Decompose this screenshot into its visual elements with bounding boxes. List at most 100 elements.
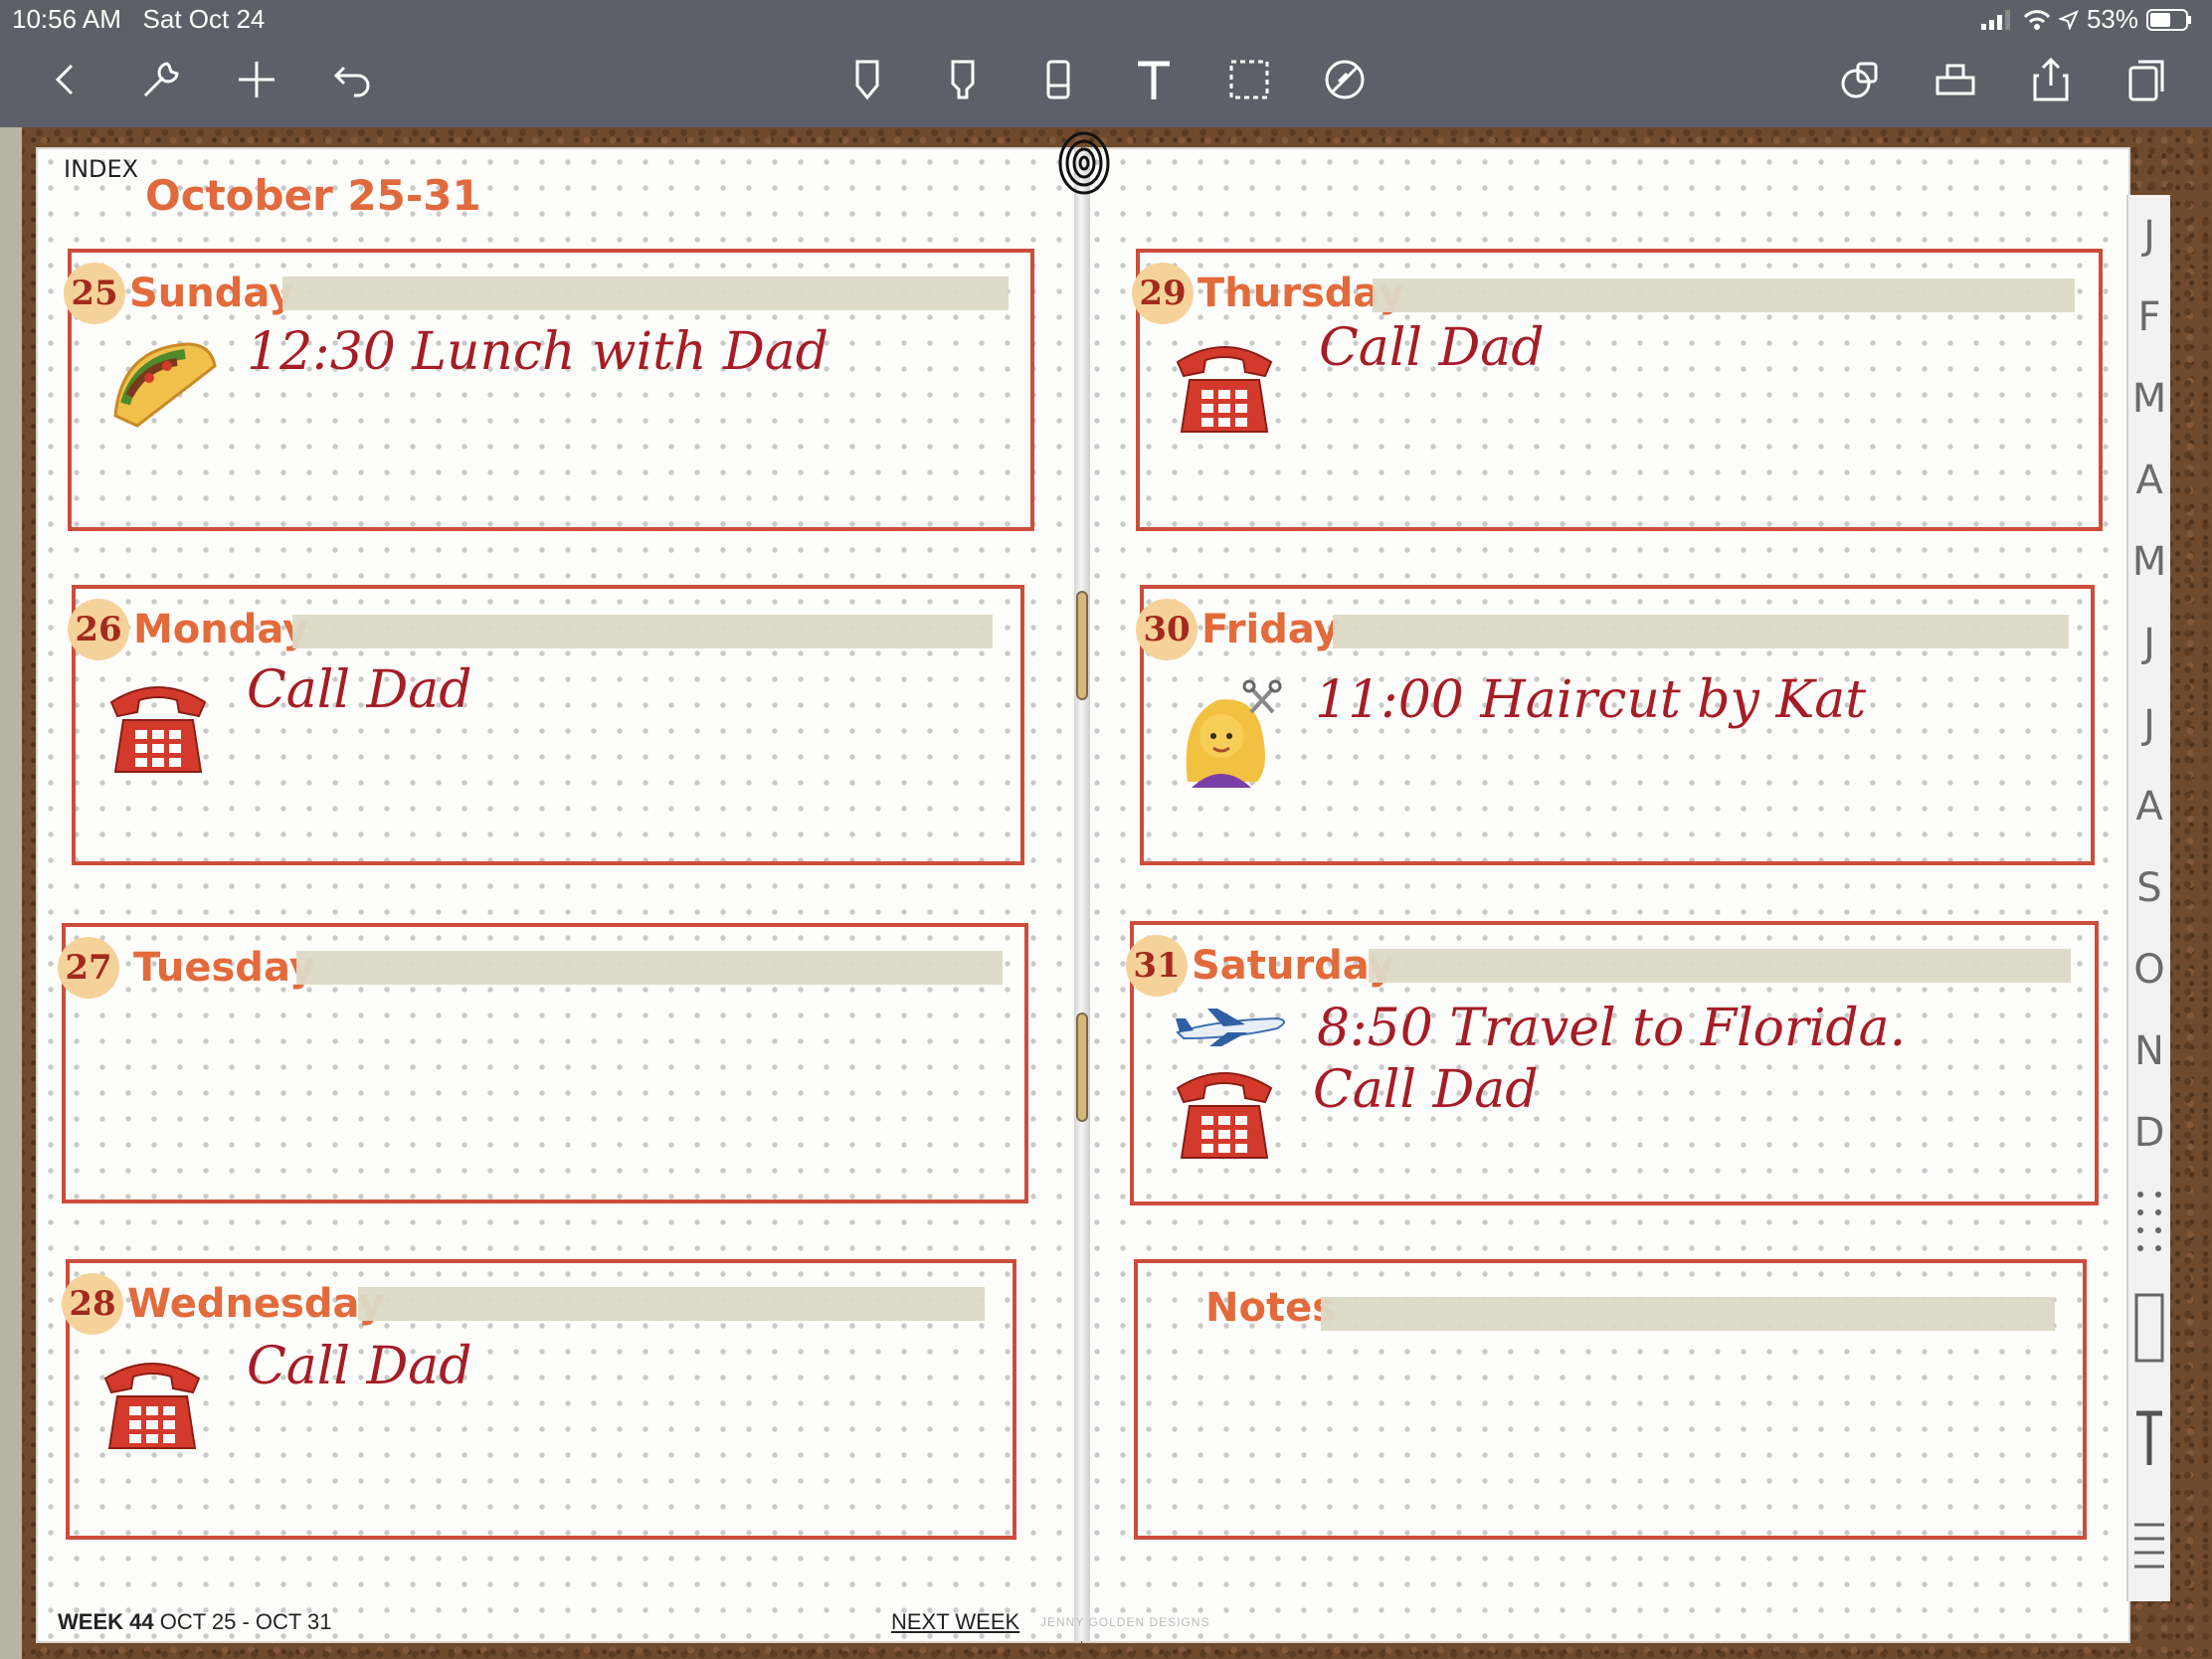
entry-text[interactable]: Call Dad xyxy=(1313,1060,1539,1120)
month-tab[interactable]: J xyxy=(2126,684,2170,766)
day-box-thursday[interactable]: 29 Thursday Call Dad xyxy=(1132,249,2103,531)
location-icon xyxy=(2058,9,2079,30)
day-number: 26 xyxy=(68,599,129,660)
day-header: 30 Friday xyxy=(1136,599,1340,660)
month-tab[interactable]: O xyxy=(2126,929,2170,1011)
notes-label: Notes xyxy=(1205,1285,1337,1331)
entry-text[interactable]: Call Dad xyxy=(247,1337,472,1396)
month-tab[interactable]: M xyxy=(2126,521,2170,603)
day-number: 27 xyxy=(58,937,119,999)
month-tab[interactable]: A xyxy=(2126,766,2170,847)
signal-icon xyxy=(1980,9,2010,30)
telephone-sticker[interactable] xyxy=(1170,1058,1279,1168)
left-edge xyxy=(0,127,22,1659)
day-box-friday[interactable]: 30 Friday 11:00 Haircut by Kat xyxy=(1136,585,2095,865)
day-box-monday[interactable]: 26 Monday Call Dad xyxy=(68,585,1024,865)
text-tool-icon[interactable] xyxy=(1126,52,1182,107)
notes-box[interactable]: Notes xyxy=(1134,1259,2087,1540)
lines-icon xyxy=(2134,1523,2164,1568)
day-header: 26 Monday xyxy=(68,599,308,660)
highlighter-icon[interactable] xyxy=(935,52,991,107)
next-week-link[interactable]: NEXT WEEK xyxy=(891,1609,1019,1635)
dots-tab[interactable] xyxy=(2126,1174,2170,1273)
day-name: Monday xyxy=(133,607,309,652)
month-tab[interactable]: D xyxy=(2126,1092,2170,1174)
month-tabs: J F M A M J J A S O N D xyxy=(2126,195,2170,1174)
day-box-wednesday[interactable]: 28 Wednesday Call Dad xyxy=(62,1259,1016,1540)
month-tab[interactable]: F xyxy=(2126,276,2170,358)
fingerprint-icon xyxy=(1058,131,1110,195)
share-icon[interactable] xyxy=(2023,52,2079,107)
blank-page-icon xyxy=(2134,1293,2164,1363)
washi-tape xyxy=(1333,615,2069,648)
month-tab[interactable]: J xyxy=(2126,603,2170,684)
day-name: Tuesday xyxy=(133,945,315,991)
brand-credit: JENNY GOLDEN DESIGNS xyxy=(1040,1615,1210,1629)
back-icon[interactable] xyxy=(38,52,93,107)
month-tab[interactable]: A xyxy=(2126,440,2170,521)
spine xyxy=(1074,149,1090,1641)
day-name: Saturday xyxy=(1192,943,1394,989)
shapes-icon[interactable] xyxy=(1832,52,1888,107)
wrench-icon[interactable] xyxy=(133,52,189,107)
day-number: 28 xyxy=(62,1273,123,1335)
binder-ring xyxy=(1076,591,1088,700)
day-number: 30 xyxy=(1136,599,1198,660)
status-indicators: 53% xyxy=(1980,4,2192,35)
day-name: Wednesday xyxy=(127,1281,385,1327)
wifi-icon xyxy=(2023,9,2051,30)
haircut-sticker[interactable] xyxy=(1174,678,1283,788)
text-tab[interactable] xyxy=(2126,1382,2170,1492)
telephone-sticker[interactable] xyxy=(97,1349,207,1458)
washi-tape xyxy=(1369,949,2071,983)
battery-percent: 53% xyxy=(2086,4,2138,34)
lines-tab[interactable] xyxy=(2126,1492,2170,1601)
entry-text[interactable]: 8:50 Travel to Florida. xyxy=(1317,999,1906,1058)
top-bar: 10:56 AM Sat Oct 24 53% xyxy=(0,0,2212,127)
day-header: 31 Saturday xyxy=(1126,935,1394,997)
binder-ring xyxy=(1076,1013,1088,1122)
pen-icon[interactable] xyxy=(839,52,895,107)
day-number: 25 xyxy=(64,263,125,324)
entry-text[interactable]: 12:30 Lunch with Dad xyxy=(247,322,829,382)
text-tab-icon xyxy=(2136,1410,2162,1465)
status-time: 10:56 AM Sat Oct 24 xyxy=(12,4,266,34)
washi-tape xyxy=(292,615,993,648)
washi-tape xyxy=(1321,1297,2055,1331)
entry-text[interactable]: 11:00 Haircut by Kat xyxy=(1315,670,1866,730)
day-name: Sunday xyxy=(129,271,295,316)
day-header: 29 Thursday xyxy=(1132,263,1404,324)
taco-sticker[interactable] xyxy=(107,326,217,436)
battery-icon xyxy=(2146,8,2191,31)
lasso-icon[interactable] xyxy=(1221,52,1277,107)
day-box-saturday[interactable]: 31 Saturday 8:50 Travel to Florida. Call… xyxy=(1126,921,2099,1205)
day-header: 25 Sunday xyxy=(64,263,294,324)
airplane-sticker[interactable] xyxy=(1174,1005,1291,1048)
week-label: WEEK 44 OCT 25 - OCT 31 xyxy=(58,1609,332,1634)
month-tab[interactable]: M xyxy=(2126,358,2170,440)
washi-tape xyxy=(358,1287,985,1321)
pages-icon[interactable] xyxy=(2119,52,2174,107)
day-box-sunday[interactable]: 25 Sunday 12:30 Lunch with Dad xyxy=(64,249,1034,531)
washi-tape xyxy=(1373,278,2075,312)
stamp-icon[interactable] xyxy=(1928,52,1983,107)
day-box-tuesday[interactable]: 27 Tuesday xyxy=(58,923,1028,1203)
month-tab[interactable]: N xyxy=(2126,1011,2170,1092)
entry-text[interactable]: Call Dad xyxy=(247,660,472,720)
eraser-icon[interactable] xyxy=(1030,52,1086,107)
telephone-sticker[interactable] xyxy=(1170,332,1279,442)
month-tab[interactable]: J xyxy=(2126,195,2170,276)
plus-icon[interactable] xyxy=(229,52,284,107)
day-header: 28 Wednesday xyxy=(62,1273,384,1335)
day-header: 27 Tuesday xyxy=(58,937,315,999)
washi-tape xyxy=(296,951,1003,985)
entry-text[interactable]: Call Dad xyxy=(1319,318,1545,378)
index-link[interactable]: INDEX xyxy=(64,155,138,183)
undo-icon[interactable] xyxy=(324,52,380,107)
day-number: 29 xyxy=(1132,263,1194,324)
blank-page-tab[interactable] xyxy=(2126,1273,2170,1382)
month-tab[interactable]: S xyxy=(2126,847,2170,929)
telephone-sticker[interactable] xyxy=(103,672,213,782)
laser-pointer-icon[interactable] xyxy=(1317,52,1373,107)
dot-grid-icon xyxy=(2137,1192,2161,1251)
